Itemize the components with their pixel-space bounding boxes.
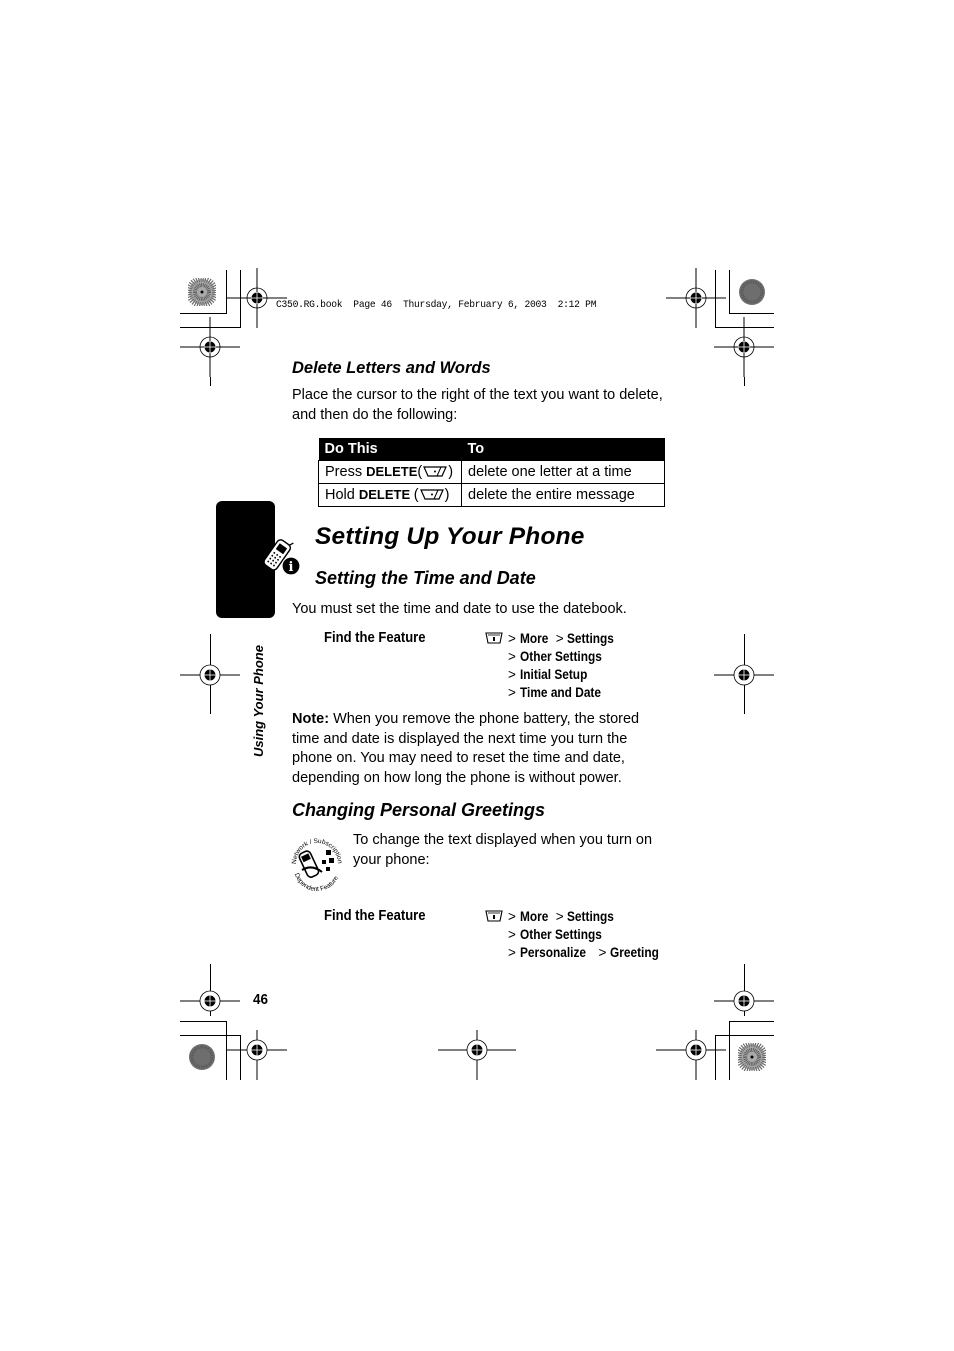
phone-info-icon: i (263, 539, 301, 576)
menu-item-initial-setup: Initial Setup (519, 667, 587, 682)
action-verb: Press (325, 464, 367, 480)
path-separator: > (508, 945, 516, 960)
text-line: time and date is displayed the next time… (292, 730, 628, 747)
column-header: Do This (318, 438, 462, 461)
delete-intro: Place the cursor to the right of the tex… (292, 386, 663, 425)
table-cell-action: Hold DELETE () (318, 483, 462, 507)
crop-line (729, 313, 774, 314)
menu-key-icon (485, 910, 503, 922)
network-subscription-dependent-feature-icon: Network / Subscription Dependent Feature (291, 838, 343, 893)
path-line: > Personalize > Greeting (508, 944, 666, 962)
path-line: > Other Settings (508, 926, 666, 944)
section-heading-greetings: Changing Personal Greetings (292, 800, 546, 820)
table-row: Press DELETE() delete one letter at a ti… (318, 460, 665, 484)
text-line: depending on how long the phone is witho… (292, 769, 622, 786)
path-line: > More > Settings (508, 908, 666, 926)
menu-item-settings: Settings (567, 631, 615, 646)
feature-path-time-date: > More > Settings > Other Settings > Ini… (508, 630, 621, 702)
greetings-intro: To change the text displayed when you tu… (353, 831, 652, 870)
text-line: Place the cursor to the right of the tex… (292, 387, 663, 403)
text-line: phone on. You may need to reset the time… (292, 750, 625, 766)
registration-mark-icon (438, 1030, 516, 1080)
find-feature-label: Find the Feature (324, 630, 426, 646)
path-line: > More > Settings (508, 630, 621, 648)
table-cell-result: delete the entire message (461, 483, 665, 507)
starburst-calibration-icon (738, 1043, 766, 1071)
delete-key-icon (419, 489, 444, 500)
starburst-calibration-icon (188, 278, 216, 306)
text-line: To change the text displayed when you tu… (353, 832, 653, 848)
crop-line (180, 313, 227, 314)
menu-item-other-settings: Other Settings (519, 649, 602, 664)
menu-key-icon (485, 632, 503, 644)
table-header-row: Do This To (318, 438, 665, 461)
path-separator: > (508, 667, 516, 682)
registration-mark-icon (656, 1030, 726, 1080)
section-heading-delete: Delete Letters and Words (292, 359, 491, 377)
chapter-side-label: Using Your Phone (251, 645, 266, 757)
column-header: To (461, 438, 665, 461)
registration-mark-icon (227, 1030, 287, 1080)
menu-item-personalize: Personalize (519, 945, 586, 960)
crop-line (210, 377, 211, 386)
menu-item-time-and-date: Time and Date (519, 685, 601, 700)
table-cell-action: Press DELETE() (318, 460, 462, 484)
print-header: C350.RG.book Page 46 Thursday, February … (276, 299, 597, 311)
registration-mark-icon (714, 317, 774, 377)
registration-mark-icon (180, 317, 240, 377)
path-line: > Other Settings (508, 648, 621, 666)
text-line: your phone: (353, 851, 430, 868)
text-line: Note: When you remove the phone battery,… (292, 710, 639, 730)
registration-mark-icon (180, 664, 240, 686)
chapter-title: Setting Up Your Phone (315, 523, 585, 550)
path-line: > Initial Setup (508, 666, 621, 684)
note-text: When you remove the phone battery, the s… (329, 711, 640, 727)
menu-item-greeting: Greeting (610, 945, 659, 960)
path-separator: > (555, 909, 564, 924)
find-feature-label: Find the Feature (324, 908, 426, 924)
menu-item-more: More (519, 631, 549, 646)
svg-text:Network / Subscription: Network / Subscription (291, 838, 343, 864)
time-date-intro: You must set the time and date to use th… (292, 601, 627, 617)
menu-item-other-settings: Other Settings (519, 927, 602, 942)
page-number: 46 (253, 991, 269, 1008)
gray-calibration-icon (189, 1044, 215, 1070)
delete-actions-table: Do This To Press DELETE() delete one let… (318, 438, 665, 507)
key-name: DELETE (366, 464, 418, 479)
crop-line (744, 377, 745, 386)
path-separator: > (555, 631, 564, 646)
path-separator: > (598, 945, 607, 960)
delete-key-icon (423, 466, 448, 477)
path-separator: > (508, 685, 516, 700)
note-label: Note: (292, 711, 330, 727)
key-name: DELETE (358, 487, 414, 502)
action-verb: Hold (325, 487, 359, 503)
svg-text:i: i (289, 560, 294, 575)
path-separator: > (508, 649, 516, 664)
section-heading-time-date: Setting the Time and Date (315, 568, 536, 588)
menu-item-settings: Settings (567, 909, 615, 924)
registration-mark-icon (714, 664, 774, 686)
table-cell-result: delete one letter at a time (461, 460, 665, 484)
crop-line (729, 270, 730, 314)
feature-path-greeting: > More > Settings > Other Settings > Per… (508, 908, 666, 962)
menu-item-more: More (519, 909, 549, 924)
text-line: and then do the following: (292, 406, 458, 423)
path-line: > Time and Date (508, 684, 621, 702)
table-row: Hold DELETE () delete the entire message (318, 483, 665, 507)
badge-text-top: Network / Subscription (291, 838, 343, 864)
path-separator: > (508, 909, 516, 924)
battery-note: Note: When you remove the phone battery,… (292, 710, 639, 788)
path-separator: > (508, 927, 516, 942)
gray-calibration-icon (739, 279, 765, 305)
path-separator: > (508, 631, 516, 646)
